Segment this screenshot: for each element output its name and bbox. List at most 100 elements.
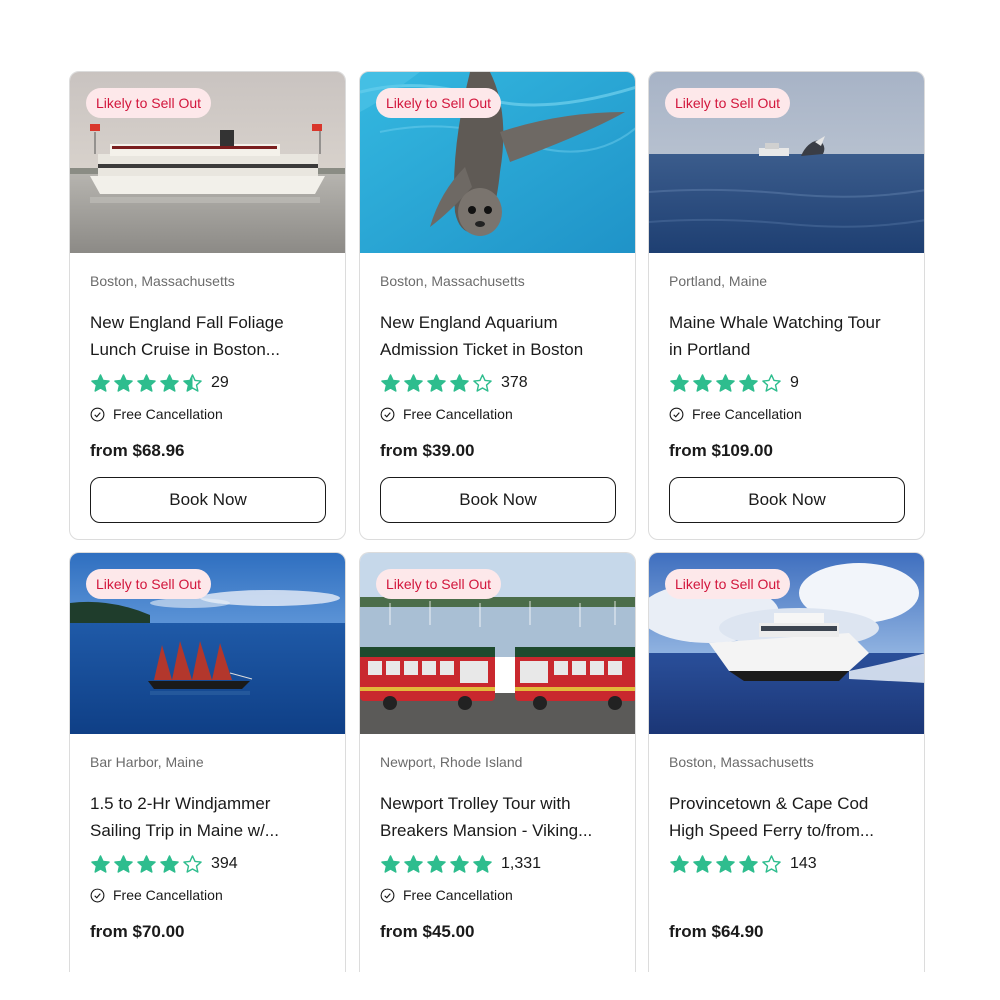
price: from $68.96 <box>90 441 185 460</box>
tour-grid: Likely to Sell Out Boston, Massachusetts… <box>0 0 1000 1000</box>
location-label: Portland, Maine <box>669 273 768 289</box>
whale-watching-photo[interactable]: Likely to Sell Out <box>649 72 924 253</box>
tour-card[interactable]: Likely to Sell Out Portland, Maine Maine… <box>648 71 925 540</box>
star-full-icon <box>137 854 156 873</box>
tour-title-line: Admission Ticket in Boston <box>380 340 584 359</box>
star-full-icon <box>693 854 712 873</box>
tour-title-line: Provincetown & Cape Cod <box>669 794 869 813</box>
star-full-icon <box>404 854 423 873</box>
star-full-icon <box>739 373 758 392</box>
tour-title-line: New England Fall Foliage <box>90 313 284 332</box>
tour-title-line: 1.5 to 2-Hr Windjammer <box>90 794 271 813</box>
tour-card[interactable]: Likely to Sell Out Boston, Massachusetts… <box>648 552 925 972</box>
rating: 9 <box>669 371 904 395</box>
free-cancellation: Free Cancellation <box>380 886 615 904</box>
trolleys-photo[interactable]: Likely to Sell Out <box>360 553 635 734</box>
star-rating <box>380 854 493 875</box>
likely-to-sell-out-badge: Likely to Sell Out <box>86 569 212 599</box>
star-full-icon <box>693 373 712 392</box>
free-cancellation: Free Cancellation <box>669 405 904 423</box>
free-cancellation: Free Cancellation <box>380 405 615 423</box>
star-full-icon <box>716 373 735 392</box>
star-empty-icon <box>762 373 781 392</box>
review-count: 378 <box>501 374 528 391</box>
tour-title[interactable]: New England Aquarium Admission Ticket in… <box>380 309 615 363</box>
star-full-icon <box>404 373 423 392</box>
tour-title[interactable]: Maine Whale Watching Tour in Portland <box>669 309 904 363</box>
price: from $109.00 <box>669 441 773 460</box>
rating: 143 <box>669 852 904 876</box>
location-label: Boston, Massachusetts <box>669 754 814 770</box>
location-label: Boston, Massachusetts <box>90 273 235 289</box>
free-cancellation-label: Free Cancellation <box>403 406 513 422</box>
check-circle-icon <box>669 407 684 421</box>
star-full-icon <box>739 854 758 873</box>
review-count: 1,331 <box>501 855 542 872</box>
tour-card[interactable]: Likely to Sell Out Boston, Massachusetts… <box>359 71 636 540</box>
tour-title-line: in Portland <box>669 340 751 359</box>
price: from $45.00 <box>380 922 475 941</box>
tour-title[interactable]: Provincetown & Cape Cod High Speed Ferry… <box>669 790 904 844</box>
star-rating <box>380 373 493 394</box>
free-cancellation-label: Free Cancellation <box>403 887 513 903</box>
tour-title-line: Maine Whale Watching Tour <box>669 313 881 332</box>
star-full-icon <box>450 854 469 873</box>
tour-title[interactable]: New England Fall Foliage Lunch Cruise in… <box>90 309 325 363</box>
location-label: Bar Harbor, Maine <box>90 754 204 770</box>
free-cancellation-label: Free Cancellation <box>113 887 223 903</box>
check-circle-icon <box>90 888 105 902</box>
star-full-icon <box>427 854 446 873</box>
book-now-button[interactable]: Book Now <box>90 477 326 523</box>
star-full-icon <box>160 854 179 873</box>
seal-underwater-photo[interactable]: Likely to Sell Out <box>360 72 635 253</box>
likely-to-sell-out-badge: Likely to Sell Out <box>665 569 791 599</box>
star-half-icon <box>183 373 202 392</box>
tour-title-line: New England Aquarium <box>380 313 558 332</box>
tour-title-line: Sailing Trip in Maine w/... <box>90 821 279 840</box>
location-label: Boston, Massachusetts <box>380 273 525 289</box>
tour-title-line: Lunch Cruise in Boston... <box>90 340 280 359</box>
star-full-icon <box>381 373 400 392</box>
tour-title[interactable]: Newport Trolley Tour with Breakers Mansi… <box>380 790 615 844</box>
book-now-button[interactable]: Book Now <box>669 477 905 523</box>
tour-title[interactable]: 1.5 to 2-Hr Windjammer Sailing Trip in M… <box>90 790 325 844</box>
ferry-photo[interactable]: Likely to Sell Out <box>649 553 924 734</box>
tour-card[interactable]: Likely to Sell Out Boston, Massachusetts… <box>69 71 346 540</box>
likely-to-sell-out-badge: Likely to Sell Out <box>376 569 502 599</box>
price: from $64.90 <box>669 922 764 941</box>
likely-to-sell-out-badge: Likely to Sell Out <box>665 88 791 118</box>
location-label: Newport, Rhode Island <box>380 754 523 770</box>
star-full-icon <box>160 373 179 392</box>
windjammer-photo[interactable]: Likely to Sell Out <box>70 553 345 734</box>
review-count: 9 <box>790 374 799 391</box>
star-full-icon <box>114 854 133 873</box>
star-rating <box>90 854 203 875</box>
rating: 394 <box>90 852 325 876</box>
star-full-icon <box>91 854 110 873</box>
cruise-ship-photo[interactable]: Likely to Sell Out <box>70 72 345 253</box>
free-cancellation: Free Cancellation <box>90 405 325 423</box>
price: from $39.00 <box>380 441 475 460</box>
free-cancellation: Free Cancellation <box>90 886 325 904</box>
star-empty-icon <box>183 854 202 873</box>
free-cancellation-label: Free Cancellation <box>692 406 802 422</box>
rating: 29 <box>90 371 325 395</box>
book-now-button[interactable]: Book Now <box>380 477 616 523</box>
tour-card[interactable]: Likely to Sell Out Newport, Rhode Island… <box>359 552 636 972</box>
tour-title-line: High Speed Ferry to/from... <box>669 821 875 840</box>
star-full-icon <box>716 854 735 873</box>
check-circle-icon <box>380 888 395 902</box>
likely-to-sell-out-badge: Likely to Sell Out <box>376 88 502 118</box>
star-full-icon <box>114 373 133 392</box>
star-rating <box>90 373 203 394</box>
star-full-icon <box>137 373 156 392</box>
check-circle-icon <box>380 407 395 421</box>
star-full-icon <box>473 854 492 873</box>
star-full-icon <box>91 373 110 392</box>
star-rating <box>669 854 782 875</box>
tour-card[interactable]: Likely to Sell Out Bar Harbor, Maine 1.5… <box>69 552 346 972</box>
rating: 378 <box>380 371 615 395</box>
check-circle-icon <box>90 407 105 421</box>
rating: 1,331 <box>380 852 615 876</box>
star-full-icon <box>427 373 446 392</box>
